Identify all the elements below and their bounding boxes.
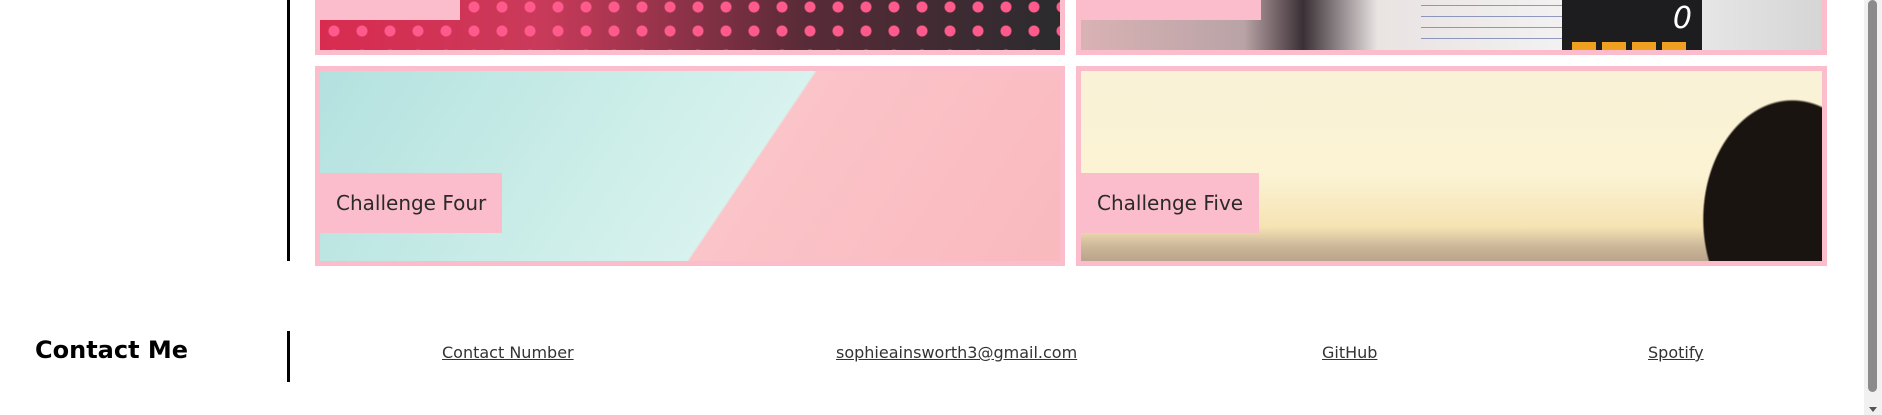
challenge-card-top-left[interactable] [315, 0, 1065, 55]
scroll-down-arrow-icon[interactable] [1869, 407, 1877, 412]
challenge-label-cropped [1081, 0, 1261, 20]
vertical-scrollbar[interactable] [1864, 0, 1882, 415]
calculator-keys [1572, 42, 1692, 50]
contact-number-link[interactable]: Contact Number [442, 343, 574, 362]
footer-title: Contact Me [35, 336, 189, 364]
spotify-link[interactable]: Spotify [1648, 343, 1704, 362]
email-link[interactable]: sophieainsworth3@gmail.com [836, 343, 1077, 362]
challenge-label: Challenge Four [320, 173, 503, 233]
challenge-card-top-right[interactable]: 0 [1076, 0, 1827, 55]
footer-divider [287, 331, 290, 382]
challenge-label-cropped [320, 0, 460, 20]
calculator-display: 0 [1672, 1, 1692, 36]
challenge-label: Challenge Five [1081, 173, 1260, 233]
code-text-lines [1421, 0, 1571, 49]
github-link[interactable]: GitHub [1322, 343, 1377, 362]
sidebar-divider [287, 0, 290, 261]
challenge-card-five[interactable]: Challenge Five [1076, 66, 1827, 266]
challenge-card-four[interactable]: Challenge Four [315, 66, 1065, 266]
scrollbar-thumb[interactable] [1868, 0, 1877, 392]
